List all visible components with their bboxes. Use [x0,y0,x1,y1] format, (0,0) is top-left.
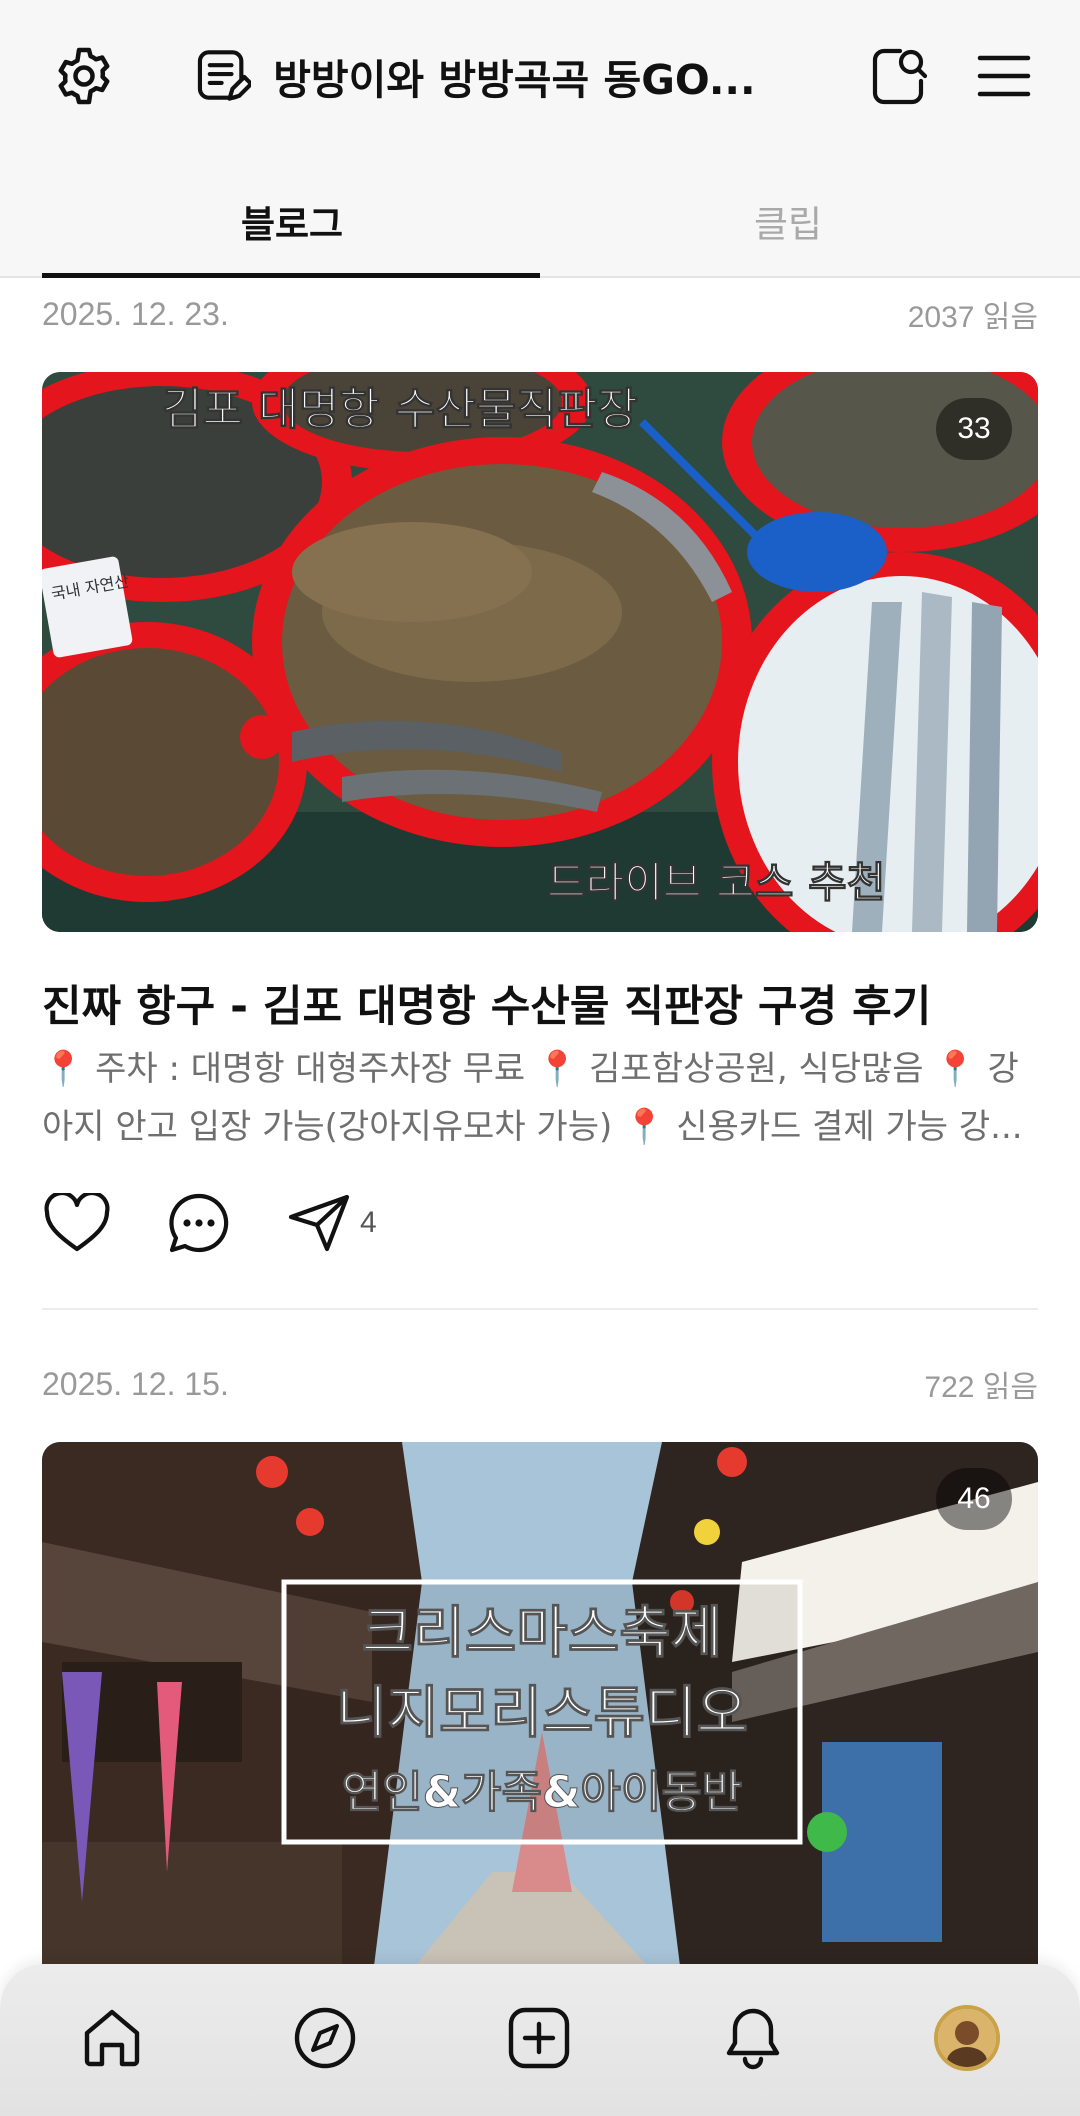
share-count: 4 [360,1206,377,1239]
tab-clip[interactable]: 클립 [540,178,1036,278]
read-count: 2037 읽음 [907,301,1038,334]
post-excerpt[interactable]: 📍 주차 : 대명항 대형주차장 무료 📍 김포함상공원, 식당많음 📍 강아지… [42,1040,1038,1156]
nav-write[interactable] [499,1998,579,2078]
app-header: 방방이와 방방곡곡 동GO... 블로그 클립 [0,0,1080,278]
bell-icon [726,2008,780,2070]
image-caption-bottom: 드라이브 코스 추천 [547,858,885,907]
bottom-navigation [0,1964,1080,2116]
nav-home[interactable] [72,1998,152,2078]
photo-count-badge: 33 [936,398,1012,460]
share-button[interactable] [284,1188,354,1258]
nav-explore[interactable] [285,1998,365,2078]
blog-title: 방방이와 방방곡곡 동GO... [273,56,756,104]
comment-button[interactable] [164,1188,234,1258]
image-caption-line-2: 니지모리스튜디오 [336,1681,748,1746]
fish-market-photo: 국내 자연산 김포 대명항 수산물직판장 드라이브 코스 추천 [42,372,1038,932]
home-icon [84,2009,140,2067]
post-thumbnail[interactable]: 크리스마스축제 니지모리스튜디오 연인&가족&아이동반 46 [42,1442,1038,1982]
hamburger-menu-icon [977,55,1031,97]
image-caption-top: 김포 대명항 수산물직판장 [162,384,638,435]
photo-count-badge: 46 [936,1468,1012,1530]
image-caption-line-1: 크리스마스축제 [362,1601,723,1666]
image-caption-line-3: 연인&가족&아이동반 [342,1767,743,1818]
christmas-village-photo: 크리스마스축제 니지모리스튜디오 연인&가족&아이동반 [42,1442,1038,1982]
active-tab-indicator [42,273,540,278]
post-divider [42,1308,1038,1310]
post-actions: 4 [42,1188,642,1258]
content-tabs: 블로그 클립 [0,178,1080,278]
like-button[interactable] [42,1188,112,1258]
search-icon [872,48,928,105]
post-title[interactable]: 진짜 항구 - 김포 대명항 수산물 직판장 구경 후기 [42,972,1038,1034]
compass-icon [294,2007,356,2069]
blog-title-area[interactable]: 방방이와 방방곡곡 동GO... [196,40,766,112]
nav-notifications[interactable] [713,1998,793,2078]
plus-square-icon [508,2007,570,2069]
settings-button[interactable] [48,40,120,112]
read-count: 722 읽음 [924,1371,1038,1404]
gear-icon [58,47,110,105]
post-meta: 2025. 12. 23. 2037 읽음 [42,292,1038,336]
comment-icon [169,1193,229,1253]
post-meta: 2025. 12. 15. 722 읽음 [42,1362,1038,1406]
send-icon [288,1194,350,1252]
top-bar: 방방이와 방방곡곡 동GO... [0,0,1080,150]
heart-icon [44,1193,110,1252]
nav-profile[interactable] [927,1998,1007,2078]
post-thumbnail[interactable]: 국내 자연산 김포 대명항 수산물직판장 드라이브 코스 추천 33 [42,372,1038,932]
menu-button[interactable] [968,40,1040,112]
tab-blog[interactable]: 블로그 [44,178,540,278]
profile-avatar [934,2005,1000,2071]
post-date: 2025. 12. 15. [42,1365,229,1402]
post-date: 2025. 12. 23. [42,295,229,332]
blog-search-button[interactable] [864,40,936,112]
blog-list-icon [197,50,252,101]
